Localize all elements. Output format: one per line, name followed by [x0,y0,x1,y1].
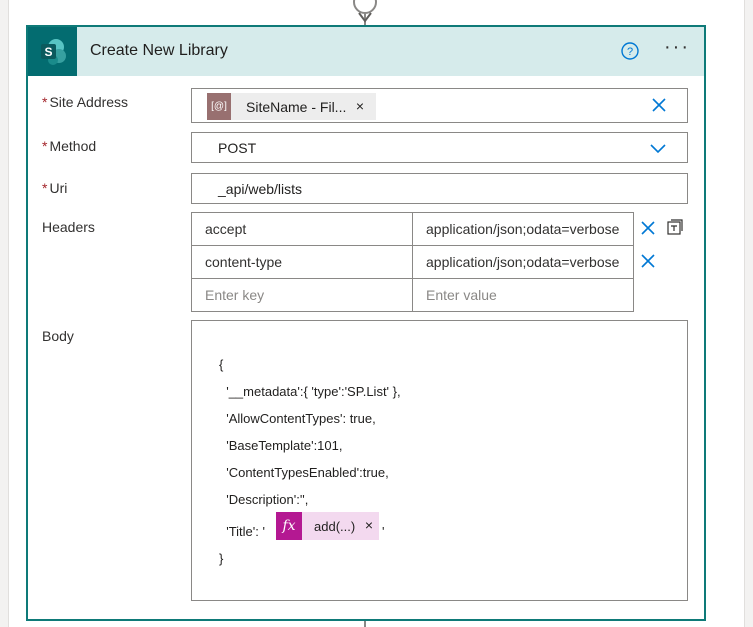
header-key-input[interactable]: accept [192,213,413,246]
arrow-down-icon [358,12,372,23]
function-icon: fx [276,512,302,540]
action-title[interactable]: Create New Library [90,42,228,60]
header-row: content-type application/json;odata=verb… [192,246,633,279]
header-key-input[interactable]: content-type [192,246,413,279]
body-line: 'Description':'', [219,492,309,507]
delete-row-icon[interactable] [640,253,656,269]
body-line: 'AllowContentTypes': true, [219,411,376,426]
site-address-label: * Site Address [42,94,129,110]
body-line: ' [382,524,385,539]
delete-row-icon[interactable] [640,220,656,236]
remove-token-button[interactable]: × [356,98,364,114]
header-value-input[interactable]: Enter value [413,279,633,312]
chevron-down-icon[interactable] [649,143,667,155]
svg-text:S: S [44,45,52,59]
expression-token[interactable]: fx add(...) × [276,512,379,540]
switch-to-text-mode-icon[interactable] [666,218,684,236]
header-value-input[interactable]: application/json;odata=verbose [413,213,633,246]
svg-text:?: ? [627,46,633,58]
uri-input[interactable]: _api/web/lists [191,173,688,204]
help-circle-icon[interactable]: ? [621,42,639,60]
header-row: accept application/json;odata=verbose [192,213,633,246]
required-marker: * [42,180,48,196]
site-address-field[interactable]: [@] SiteName - Fil... × [191,88,688,123]
dynamic-content-token[interactable]: [@] SiteName - Fil... × [207,93,376,120]
body-line: 'ContentTypesEnabled':true, [219,465,389,480]
required-marker: * [42,94,48,110]
method-label: * Method [42,138,97,154]
expression-label: add(...) [314,518,356,534]
dynamic-content-icon: [@] [207,93,231,120]
body-label: Body [42,328,74,344]
body-line: { [219,357,224,372]
action-card-header[interactable]: S Create New Library ? ··· [28,27,704,76]
method-value: POST [218,140,257,156]
uri-label: * Uri [42,180,68,196]
method-dropdown[interactable]: POST [191,132,688,163]
flow-connector-bottom [364,620,366,627]
action-card: S Create New Library ? ··· * Site Address… [26,25,706,621]
required-marker: * [42,138,48,154]
token-label: SiteName - Fil... [246,98,347,115]
header-value-input[interactable]: application/json;odata=verbose [413,246,633,279]
more-ellipsis-icon[interactable]: ··· [664,37,694,61]
sharepoint-icon: S [28,27,77,76]
clear-icon[interactable] [651,97,667,113]
body-line: 'Title': ' [219,524,265,539]
body-line: '__metadata':{ 'type':'SP.List' }, [219,384,401,399]
body-line: } [219,551,224,566]
headers-label: Headers [42,219,95,235]
header-key-input[interactable]: Enter key [192,279,413,312]
remove-token-button[interactable]: × [365,517,373,533]
header-row-empty: Enter key Enter value [192,279,633,312]
body-line: 'BaseTemplate':101, [219,438,343,453]
body-editor[interactable]: { '__metadata':{ 'type':'SP.List' }, 'Al… [191,320,688,601]
headers-table: accept application/json;odata=verbose co… [191,212,634,312]
uri-value: _api/web/lists [218,181,303,197]
